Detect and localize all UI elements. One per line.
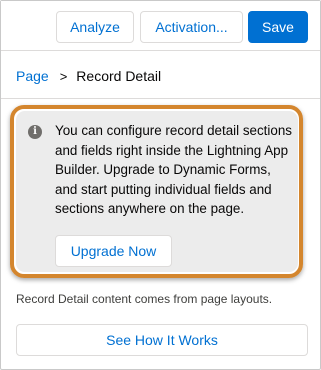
- breadcrumb-current: Record Detail: [76, 68, 162, 84]
- analyze-button[interactable]: Analyze: [56, 11, 134, 43]
- activation-button[interactable]: Activation...: [140, 11, 243, 43]
- record-detail-panel: Analyze Activation... Save Page > Record…: [0, 0, 321, 370]
- dynamic-forms-notice: i You can configure record detail sectio…: [16, 111, 298, 272]
- breadcrumb: Page > Record Detail: [16, 66, 161, 86]
- toolbar: Analyze Activation... Save: [1, 1, 320, 51]
- upgrade-now-button[interactable]: Upgrade Now: [55, 235, 172, 267]
- save-button[interactable]: Save: [248, 11, 308, 43]
- notice-message: You can configure record detail sections…: [55, 123, 292, 216]
- breadcrumb-separator: >: [59, 68, 68, 84]
- divider: [1, 98, 320, 99]
- see-how-it-works-button[interactable]: See How It Works: [16, 324, 308, 356]
- breadcrumb-page-link[interactable]: Page: [16, 68, 49, 84]
- info-icon: i: [28, 125, 42, 139]
- page-layouts-help-text: Record Detail content comes from page la…: [16, 292, 273, 306]
